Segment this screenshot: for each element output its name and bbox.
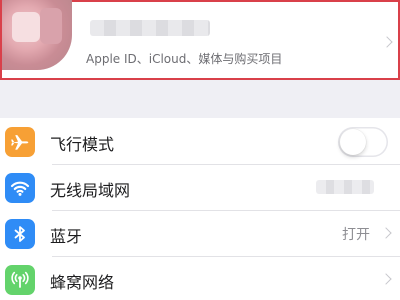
toggle-knob: [340, 129, 366, 155]
settings-row-bluetooth[interactable]: 蓝牙 打开: [0, 210, 400, 256]
cellular-icon: [5, 265, 35, 295]
airplane-icon: [5, 127, 35, 157]
chevron-right-icon: [381, 36, 393, 48]
settings-row-airplane-mode[interactable]: 飞行模式: [0, 118, 400, 164]
connectivity-settings-group: 飞行模式 无线局域网 蓝牙 打开 蜂窝网络: [0, 118, 400, 300]
settings-screen: Apple ID、iCloud、媒体与购买项目 飞行模式 无线局域网 蓝牙 打开…: [0, 0, 400, 300]
settings-row-label: 无线局域网: [50, 181, 131, 200]
bluetooth-status-value: 打开: [342, 227, 370, 243]
settings-row-wifi[interactable]: 无线局域网: [0, 164, 400, 210]
settings-row-label: 蓝牙: [50, 227, 83, 246]
avatar: [2, 0, 72, 70]
chevron-right-icon: [380, 273, 392, 285]
account-name-blurred: [90, 20, 210, 36]
settings-row-label: 蜂窝网络: [50, 273, 115, 292]
settings-row-cellular[interactable]: 蜂窝网络: [0, 256, 400, 300]
airplane-mode-toggle[interactable]: [338, 127, 388, 157]
wifi-network-name-blurred: [316, 180, 374, 194]
settings-row-label: 飞行模式: [50, 135, 115, 154]
wifi-icon: [5, 173, 35, 203]
apple-id-row[interactable]: Apple ID、iCloud、媒体与购买项目: [0, 0, 400, 80]
bluetooth-icon: [5, 219, 35, 249]
chevron-right-icon: [380, 227, 392, 239]
apple-id-subtitle: Apple ID、iCloud、媒体与购买项目: [86, 52, 283, 66]
